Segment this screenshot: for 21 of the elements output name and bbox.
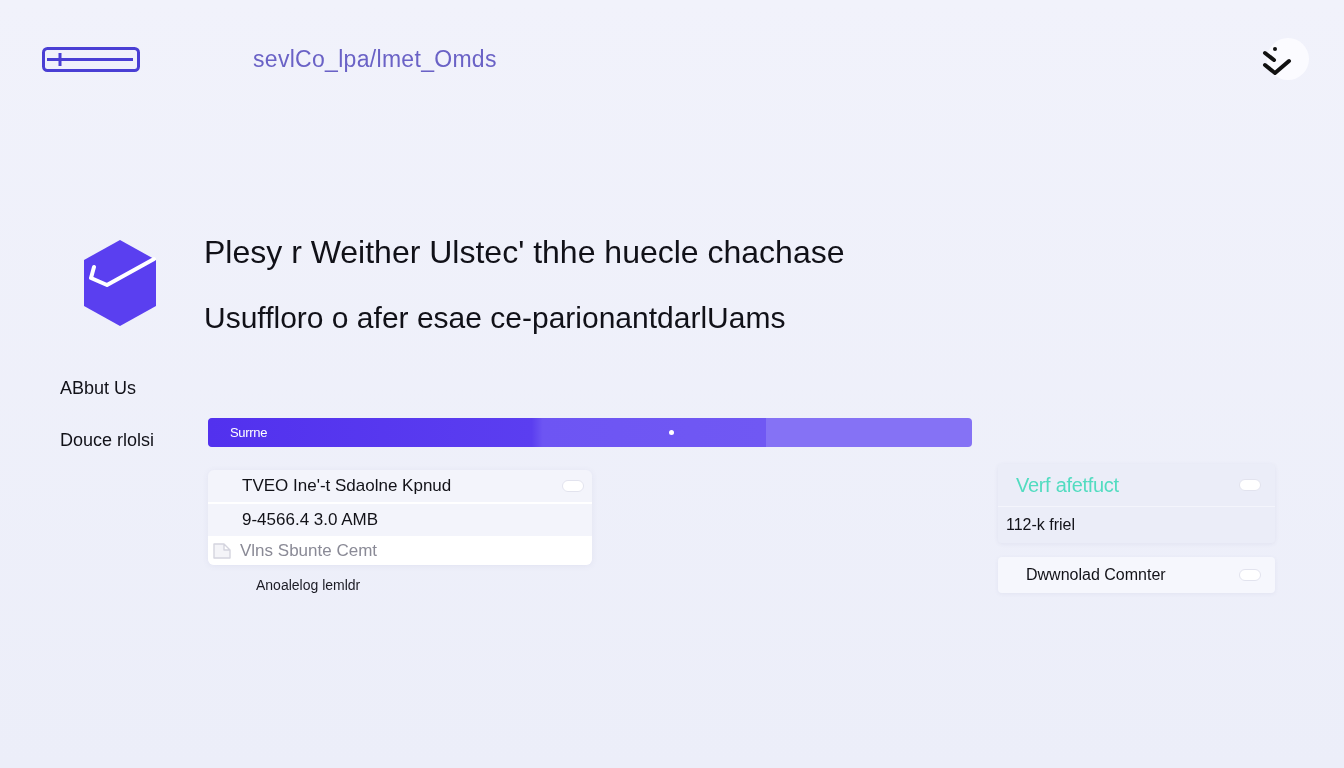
sidebar-link[interactable]: Douce rlolsi bbox=[60, 430, 155, 450]
list-caption: Anoalelog lemldr bbox=[256, 577, 361, 593]
status-title: Verf afetfuct bbox=[1016, 473, 1120, 497]
download-button[interactable]: Dwwnolad Comnter bbox=[998, 557, 1275, 593]
status-value: 112-k friel bbox=[1005, 515, 1077, 535]
hero-subtitle: Usuffloro o afer esae ce-parionantdarlUams bbox=[204, 300, 786, 336]
file-icon bbox=[213, 542, 233, 559]
logo-icon bbox=[42, 46, 140, 72]
path-link[interactable]: sevlCo_lpa/lmet_Omds bbox=[253, 46, 497, 72]
chevron-down-icon[interactable] bbox=[1262, 37, 1310, 81]
list-row-text: TVEO Ine'-t Sdaolne Kpnud bbox=[242, 476, 453, 496]
sidebar-link[interactable]: ABbut Us bbox=[60, 378, 137, 398]
pill-icon bbox=[562, 480, 584, 492]
progress-label: Surrne bbox=[230, 425, 268, 440]
pill-icon bbox=[1239, 569, 1261, 581]
hexagon-check-icon bbox=[84, 240, 156, 326]
list-row-text: 9-4566.4 3.0 AMB bbox=[242, 510, 380, 530]
pill-icon bbox=[1239, 479, 1261, 491]
hero-title: Plesy r Weither Ulstec' thhe huecle chachase bbox=[204, 234, 845, 270]
list-row-text: Vlns Sbunte Cemt bbox=[240, 540, 378, 561]
dot-icon bbox=[668, 430, 674, 435]
